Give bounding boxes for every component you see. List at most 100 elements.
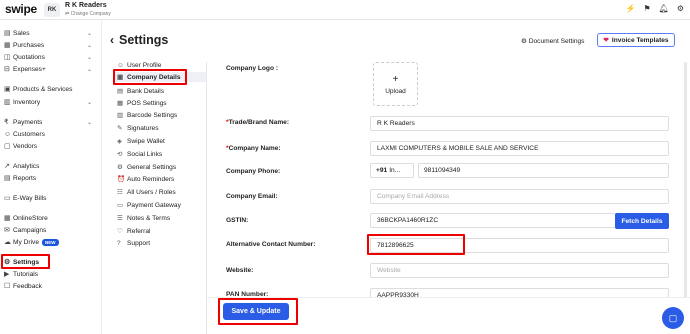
sidebar-item-reports[interactable]: ▤ Reports: [4, 173, 98, 183]
sidebar-item-my-drive[interactable]: ☁ My Drive NEW: [4, 237, 98, 247]
sidebar-item-sales[interactable]: ▤ Sales ⌄: [4, 28, 98, 38]
flag-icon[interactable]: ⚑: [644, 4, 651, 13]
submenu-auto-reminders[interactable]: ⏰ Auto Reminders: [114, 174, 206, 184]
fetch-details-button[interactable]: Fetch Details: [615, 213, 669, 229]
gstin-label: GSTIN:: [226, 217, 249, 224]
submenu-label: Notes & Terms: [127, 214, 171, 222]
store-icon: ▦: [4, 215, 11, 222]
submenu-label: General Settings: [127, 163, 177, 171]
clock-icon: ⏰: [117, 176, 126, 183]
submenu-social-links[interactable]: ⟲ Social Links: [114, 149, 206, 159]
sidebar-item-campaigns[interactable]: ✉ Campaigns: [4, 225, 98, 235]
company-name-input[interactable]: LAXMI COMPUTERS & MOBILE SALE AND SERVIC…: [370, 141, 669, 156]
submenu-notes-terms[interactable]: ☰ Notes & Terms: [114, 213, 206, 223]
top-bar: swipe RK R K Readers ⇄ Change Company ⚡ …: [0, 0, 690, 20]
cloud-icon: ☁: [4, 239, 11, 246]
sales-icon: ▤: [4, 30, 11, 37]
submenu-pos-settings[interactable]: ▦ POS Settings: [114, 98, 206, 108]
customers-icon: ☺: [4, 130, 12, 138]
feedback-icon: ☐: [4, 283, 11, 290]
sidebar-item-purchases[interactable]: ▦ Purchases ⌄: [4, 40, 98, 50]
eway-icon: ▭: [4, 195, 11, 202]
trade-name-input[interactable]: R K Readers: [370, 116, 669, 131]
company-phone-label: Company Phone:: [226, 168, 281, 175]
sidebar-item-products-services[interactable]: ▣ Products & Services: [4, 84, 98, 94]
upload-label: Upload: [385, 87, 406, 95]
submenu-swipe-wallet[interactable]: ◈ Swipe Wallet: [114, 136, 206, 146]
sidebar-item-label: Inventory: [13, 98, 41, 106]
chevron-down-icon: ⌄: [86, 30, 92, 37]
settings-gear-icon[interactable]: ⚙: [677, 4, 684, 13]
page-title: ‹ Settings: [110, 33, 168, 47]
website-label: Website:: [226, 267, 254, 274]
rupee-icon: ₹: [4, 119, 9, 126]
sidebar-item-analytics[interactable]: ↗ Analytics: [4, 161, 98, 171]
chevron-down-icon: ⌄: [86, 54, 92, 61]
analytics-icon: ↗: [4, 163, 10, 170]
document-settings-button[interactable]: ⚙ Document Settings: [521, 37, 584, 45]
quotations-icon: ◫: [4, 54, 11, 61]
sidebar-item-expenses[interactable]: ⊟ Expenses+ ⌄: [4, 64, 98, 74]
chat-support-icon[interactable]: ▢: [662, 307, 684, 329]
sidebar-item-customers[interactable]: ☺ Customers: [4, 129, 98, 139]
submenu-general-settings[interactable]: ⚙ General Settings: [114, 162, 206, 172]
submenu-referral[interactable]: ♡ Referral: [114, 226, 206, 236]
sidebar-item-quotations[interactable]: ◫ Quotations ⌄: [4, 52, 98, 62]
inventory-icon: ▥: [4, 99, 11, 106]
submenu-support[interactable]: ? Support: [114, 238, 206, 248]
invoice-templates-label: Invoice Templates: [611, 36, 669, 44]
content-divider: [206, 62, 207, 334]
trade-name-label: *Trade/Brand Name:: [226, 119, 290, 126]
submenu-signatures[interactable]: ✎ Signatures: [114, 123, 206, 133]
sidebar-item-label: Analytics: [13, 162, 40, 170]
sidebar-item-onlinestore[interactable]: ▦ OnlineStore: [4, 213, 98, 223]
company-details-highlight-box: [113, 69, 187, 85]
chevron-down-icon: ⌄: [86, 66, 92, 73]
sidebar-item-label: Payments: [13, 118, 43, 126]
invoice-templates-button[interactable]: ❤ Invoice Templates: [597, 33, 675, 47]
business-name[interactable]: R K Readers: [65, 2, 107, 9]
notification-bell-icon[interactable]: 🔔︎: [659, 4, 669, 13]
content-scrollbar[interactable]: [684, 62, 687, 302]
sidebar-item-inventory[interactable]: ▥ Inventory ⌄: [4, 97, 98, 107]
submenu-barcode-settings[interactable]: ▥ Barcode Settings: [114, 110, 206, 120]
submenu-bank-details[interactable]: ▤ Bank Details: [114, 86, 206, 96]
lightning-icon[interactable]: ⚡: [626, 4, 636, 13]
barcode-icon: ▥: [117, 112, 124, 119]
sidebar-item-label: Vendors: [13, 142, 38, 150]
sidebar-item-feedback[interactable]: ☐ Feedback: [4, 281, 98, 291]
country-code-select[interactable]: +91 In...: [370, 163, 414, 178]
sidebar: ▤ Sales ⌄ ▦ Purchases ⌄ ◫ Quotations ⌄ ⊟ Expens…: [0, 20, 102, 334]
submenu-label: Swipe Wallet: [127, 137, 165, 145]
sidebar-item-tutorials[interactable]: ▶ Tutorials: [4, 269, 98, 279]
change-company-link[interactable]: ⇄ Change Company: [65, 11, 111, 17]
back-arrow-icon[interactable]: ‹: [110, 33, 114, 47]
share-icon: ⟲: [117, 151, 123, 158]
sidebar-item-vendors[interactable]: ▢ Vendors: [4, 141, 98, 151]
purchases-icon: ▦: [4, 42, 11, 49]
swipe-logo[interactable]: swipe: [5, 2, 37, 16]
website-input[interactable]: Website: [370, 263, 669, 278]
help-icon: ?: [117, 239, 121, 247]
top-icons: ⚡ ⚑ 🔔︎ ⚙: [626, 4, 684, 13]
sidebar-item-label: Quotations: [13, 53, 45, 61]
plus-icon: +: [392, 73, 399, 85]
products-icon: ▣: [4, 86, 11, 93]
gear-icon: ⚙: [117, 164, 123, 171]
user-icon: ☺: [117, 61, 124, 69]
sidebar-item-label: Customers: [13, 130, 45, 138]
new-badge: NEW: [42, 238, 59, 246]
submenu-all-users-roles[interactable]: ☷ All Users / Roles: [114, 187, 206, 197]
sidebar-item-eway-bills[interactable]: ▭ E-Way Bills: [4, 193, 98, 203]
logo-upload-box[interactable]: + Upload: [373, 62, 418, 106]
pos-icon: ▦: [117, 100, 124, 107]
company-phone-input[interactable]: 9811094349: [418, 163, 669, 178]
gstin-input[interactable]: 36BCKPA1460R1ZC: [370, 213, 616, 228]
submenu-payment-gateway[interactable]: ▭ Payment Gateway: [114, 200, 206, 210]
company-avatar[interactable]: RK: [44, 3, 60, 17]
company-email-input[interactable]: Company Email Address: [370, 189, 669, 204]
sidebar-item-payments[interactable]: ₹ Payments ⌄: [4, 117, 98, 127]
sidebar-item-label: Sales: [13, 29, 30, 37]
notes-icon: ☰: [117, 215, 123, 222]
heart-icon: ❤: [603, 37, 609, 44]
